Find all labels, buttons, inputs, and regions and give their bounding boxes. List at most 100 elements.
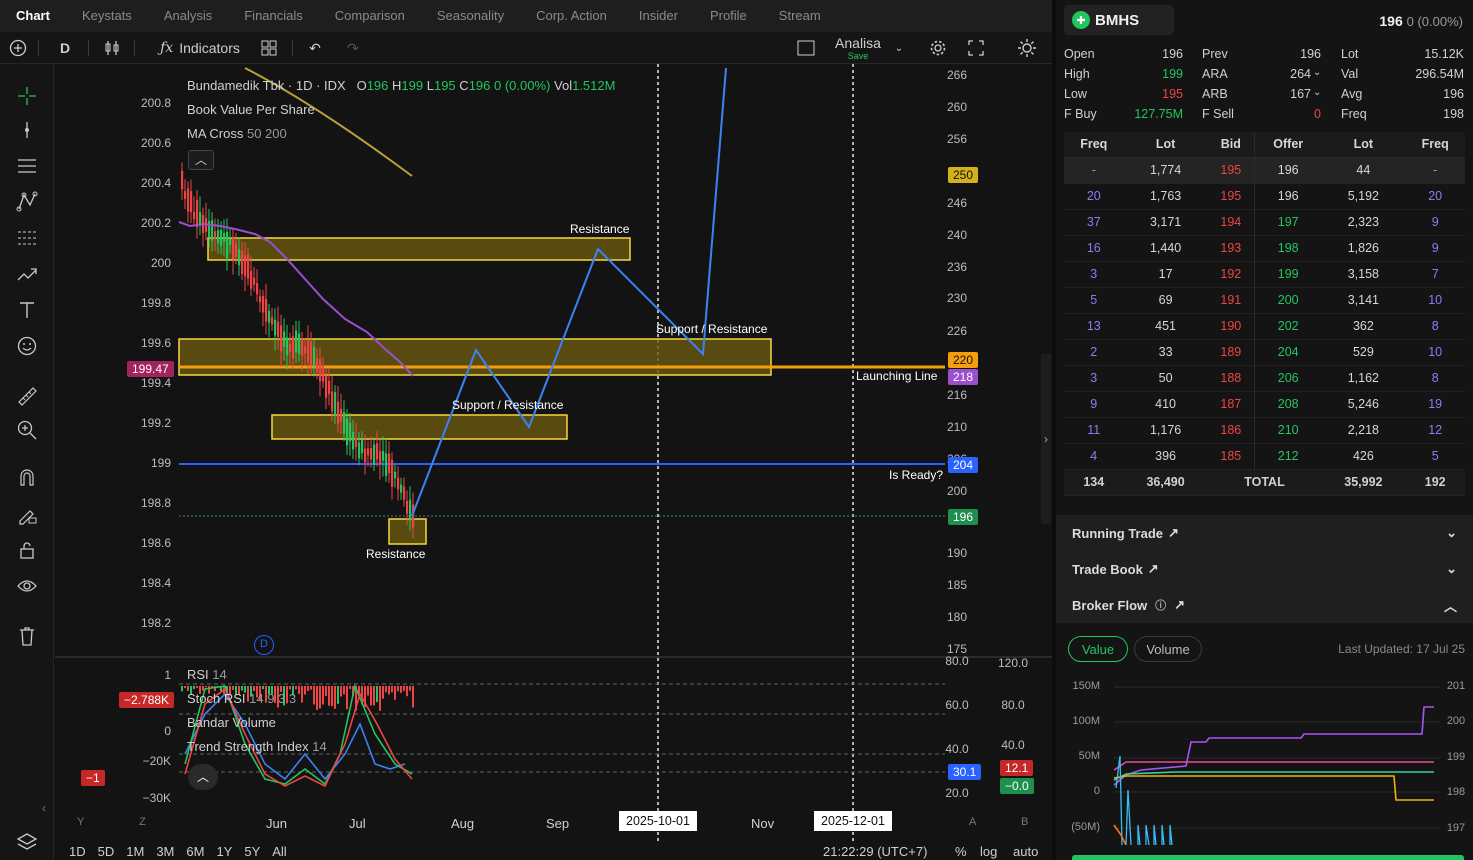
volume-toggle[interactable]: Volume [1134, 636, 1202, 662]
collapse-toolbar-icon[interactable]: ‹ [34, 794, 54, 822]
interval-select[interactable]: D [54, 32, 76, 64]
tab-financials[interactable]: Financials [228, 0, 319, 32]
orderbook-row[interactable]: 4 396 185 212 426 5 [1064, 443, 1465, 470]
lock-icon[interactable] [0, 536, 54, 564]
dividend-marker[interactable]: D [254, 635, 274, 655]
fib-icon[interactable] [0, 224, 54, 252]
ticker-chip[interactable]: ✚ BMHS [1064, 5, 1174, 35]
bandar-bar [325, 686, 327, 697]
expand-right-panel-handle[interactable]: › [1041, 354, 1051, 524]
plus-circle-icon[interactable] [6, 32, 30, 64]
range-5d[interactable]: 5D [98, 844, 115, 859]
axisLeft-tick: 200.2 [140, 216, 171, 230]
lock-drawing-icon[interactable] [0, 500, 54, 528]
time-axis[interactable]: Y Z Jun Jul Aug Sep 2025-10-01 Nov 2025-… [55, 808, 1052, 838]
orderbook-row[interactable]: 9 410 187 208 5,246 19 [1064, 391, 1465, 418]
axisLeft-tick: 200.4 [140, 176, 171, 190]
sun-icon[interactable] [1014, 32, 1040, 64]
pattern-icon[interactable] [0, 188, 54, 216]
log-toggle[interactable]: log [980, 844, 997, 859]
tab-keystats[interactable]: Keystats [66, 0, 148, 32]
collapse-legend-button[interactable]: ︿ [188, 150, 214, 170]
bandar-bar [241, 686, 243, 691]
external-link-icon[interactable]: ↗ [1168, 525, 1179, 541]
tab-stream[interactable]: Stream [763, 0, 837, 32]
auto-toggle[interactable]: auto [1013, 844, 1038, 859]
range-6m[interactable]: 6M [186, 844, 204, 859]
orderbook-row[interactable]: 37 3,171 194 197 2,323 9 [1064, 209, 1465, 236]
chevron-down-icon[interactable]: ⌄ [1446, 525, 1457, 541]
chevron-up-icon[interactable]: ︿ [1444, 596, 1457, 615]
orderbook-row[interactable]: 11 1,176 186 210 2,218 12 [1064, 417, 1465, 444]
indicator-ma-cross[interactable]: MA Cross 50 200 [187, 126, 287, 141]
tab-insider[interactable]: Insider [623, 0, 694, 32]
indicators-button[interactable]: ƒx Indicators [150, 32, 250, 64]
ruler-icon[interactable] [0, 382, 54, 410]
indicator-rsi[interactable]: RSI 14 [187, 667, 227, 682]
range-1d[interactable]: 1D [69, 844, 86, 859]
bandar-bar [373, 686, 375, 706]
range-5y[interactable]: 5Y [244, 844, 260, 859]
badge-30-1: 30.1 [948, 764, 982, 780]
orderbook-row[interactable]: -1,774 195 196 44- [1064, 157, 1465, 184]
arb-chevron-icon[interactable]: ⌄ [1313, 87, 1321, 98]
tab-analysis[interactable]: Analysis [148, 0, 228, 32]
ara-chevron-icon[interactable]: ⌄ [1313, 67, 1321, 78]
orderbook-row[interactable]: 13 451 190 202 362 8 [1064, 313, 1465, 340]
indicator-book-value[interactable]: Book Value Per Share [187, 102, 315, 117]
indicator-bandar-volume[interactable]: Bandar Volume [187, 715, 276, 730]
magnet-icon[interactable] [0, 464, 54, 492]
layout-select[interactable]: Analisa Save [826, 32, 890, 64]
range-3m[interactable]: 3M [156, 844, 174, 859]
external-link-icon[interactable]: ↗ [1174, 597, 1185, 613]
orderbook-row[interactable]: 5 69 191 200 3,141 10 [1064, 287, 1465, 314]
collapse-subpanel-button[interactable]: ︿ [188, 764, 218, 790]
zoom-in-icon[interactable] [0, 416, 54, 444]
info-icon[interactable]: ⓘ [1155, 597, 1166, 613]
tab-profile[interactable]: Profile [694, 0, 763, 32]
trend-line-icon[interactable] [0, 116, 54, 144]
range-all[interactable]: All [272, 844, 286, 859]
emoji-icon[interactable] [0, 332, 54, 360]
trash-icon[interactable] [0, 622, 54, 650]
chevron-down-icon[interactable]: ⌄ [892, 32, 906, 64]
broker-flow-section[interactable]: Broker Flow ⓘ ↗ ︿ [1056, 587, 1473, 623]
tab-seasonality[interactable]: Seasonality [421, 0, 520, 32]
text-icon[interactable] [0, 296, 54, 324]
range-1y[interactable]: 1Y [216, 844, 232, 859]
value-toggle[interactable]: Value [1068, 636, 1128, 662]
indicator-stoch-rsi[interactable]: Stoch RSI 14 9 3 3 [187, 691, 296, 706]
orderbook-row[interactable]: 16 1,440 193 198 1,826 9 [1064, 235, 1465, 262]
crosshair-icon[interactable] [0, 82, 54, 110]
time-axis-y: Y [77, 816, 85, 828]
orderbook-row[interactable]: 3 50 188 206 1,162 8 [1064, 365, 1465, 392]
templates-icon[interactable] [258, 32, 280, 64]
external-link-icon[interactable]: ↗ [1148, 561, 1159, 577]
chevron-left-icon[interactable]: ‹ [0, 428, 2, 456]
redo-icon[interactable]: ↷ [342, 32, 364, 64]
orderbook-row[interactable]: 20 1,763 195 196 5,192 20 [1064, 183, 1465, 210]
tab-comparison[interactable]: Comparison [319, 0, 421, 32]
chevron-down-icon[interactable]: ⌄ [1446, 561, 1457, 577]
indicator-trend-strength[interactable]: Trend Strength Index 14 [187, 739, 327, 754]
tab-corp-action[interactable]: Corp. Action [520, 0, 623, 32]
orderbook-row[interactable]: 2 33 189 204 529 10 [1064, 339, 1465, 366]
forecast-icon[interactable] [0, 260, 54, 288]
eye-icon[interactable] [0, 572, 54, 600]
horizontal-lines-icon[interactable] [0, 152, 54, 180]
orderbook-row[interactable]: 3 17 192 199 3,158 7 [1064, 261, 1465, 288]
percent-toggle[interactable]: % [955, 844, 967, 859]
fullscreen-icon[interactable] [964, 32, 988, 64]
running-trade-section[interactable]: Running Trade ↗ ⌄ [1056, 515, 1473, 551]
layout-checkbox[interactable] [796, 32, 816, 64]
trade-book-section[interactable]: Trade Book ↗ ⌄ [1056, 551, 1473, 587]
tab-chart[interactable]: Chart [0, 0, 66, 32]
panel-divider[interactable] [1052, 0, 1056, 860]
layers-icon[interactable] [0, 828, 54, 856]
undo-icon[interactable]: ↶ [304, 32, 326, 64]
axisRight-tick: 240 [946, 228, 968, 242]
candle-type-icon[interactable] [100, 32, 124, 64]
chart-panel[interactable]: Bundamedik Tbk · 1D · IDX O196 H199 L195… [55, 64, 1052, 860]
gear-icon[interactable] [926, 32, 950, 64]
range-1m[interactable]: 1M [126, 844, 144, 859]
